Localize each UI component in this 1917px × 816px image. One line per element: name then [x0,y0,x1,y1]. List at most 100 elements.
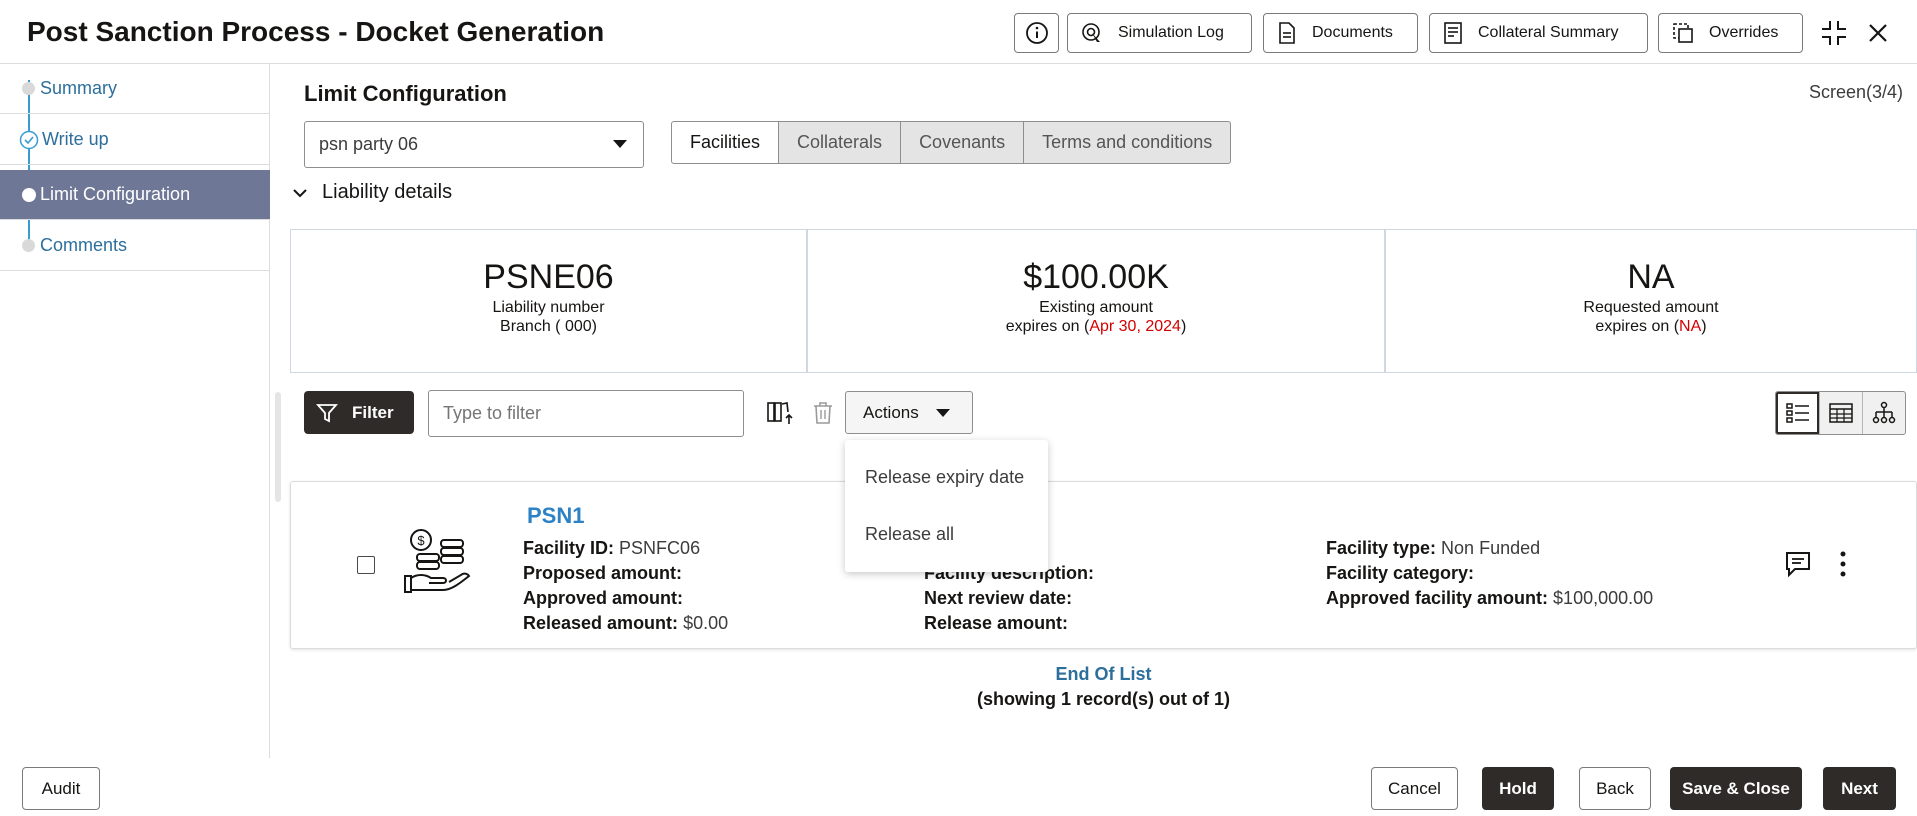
field-value: $100,000.00 [1553,588,1654,608]
caret-down-icon [936,409,950,417]
expiry-suffix: ) [1701,318,1707,335]
next-review-date-field: Next review date: [924,588,1072,609]
tab-facilities[interactable]: Facilities [671,121,780,164]
overrides-button[interactable]: Overrides [1658,13,1803,53]
comment-icon[interactable] [1784,550,1812,578]
liability-number-panel: PSNE06 Liability number Branch ( 000) [291,230,806,372]
hierarchy-icon [1872,401,1896,424]
filter-input[interactable] [428,390,744,437]
more-options-icon[interactable] [1837,550,1849,578]
step-label: Limit Configuration [40,184,191,204]
list-view-button[interactable] [1776,392,1819,434]
step-summary[interactable]: Summary [0,64,270,114]
facility-category-field: Facility category: [1326,563,1474,584]
hierarchy-view-button[interactable] [1862,392,1905,434]
facility-type-field: Facility type: Non Funded [1326,538,1540,559]
table-view-button[interactable] [1819,392,1862,434]
step-dot [22,82,35,95]
requested-amount-label: Requested amount [1583,299,1719,316]
money-hand-icon: $ [404,529,471,593]
hold-button[interactable]: Hold [1482,767,1554,810]
tab-group: Facilities Collaterals Covenants Terms a… [671,121,1232,164]
info-button[interactable] [1014,13,1059,53]
tab-terms-and-conditions[interactable]: Terms and conditions [1024,121,1232,164]
field-key: Release amount: [924,613,1069,633]
simulation-log-label: Simulation Log [1118,24,1224,41]
existing-expiry-line: expires on (Apr 30, 2024) [808,318,1384,336]
tab-covenants[interactable]: Covenants [901,121,1025,164]
collapse-button[interactable] [1818,17,1850,49]
simulation-log-button[interactable]: Simulation Log [1067,13,1252,53]
proposed-amount-field: Proposed amount: [523,563,682,584]
party-select[interactable]: psn party 06 [304,121,644,168]
facility-name-link[interactable]: PSN1 [527,503,584,529]
expiry-suffix: ) [1180,318,1187,335]
menu-item-release-all[interactable]: Release all [865,524,954,545]
collateral-summary-button[interactable]: Collateral Summary [1429,13,1648,53]
field-key: Approved amount: [523,588,683,608]
field-key: Facility type: [1326,538,1437,558]
filter-label: Filter [352,402,394,422]
menu-item-release-expiry-date[interactable]: Release expiry date [865,467,1024,488]
delete-button[interactable] [808,398,838,428]
step-write-up[interactable]: Write up [0,115,270,165]
release-button[interactable] [765,398,795,428]
facility-card: $ PSN1 Facility ID: PSNFC06 Proposed amo… [290,481,1917,649]
section-title: Limit Configuration [304,81,507,106]
approved-amount-field: Approved amount: [523,588,683,609]
step-dot [22,187,36,202]
expiry-prefix: expires on ( [1595,318,1680,335]
close-button[interactable] [1862,17,1894,49]
field-key: Next review date: [924,588,1073,608]
facility-select-checkbox[interactable] [357,556,375,574]
requested-expiry-date: NA [1679,318,1702,335]
release-amount-field: Release amount: [924,613,1068,634]
next-button[interactable]: Next [1823,767,1896,810]
tab-collaterals[interactable]: Collaterals [779,121,902,164]
chevron-down-icon [613,140,627,148]
requested-expiry-line: expires on (NA) [1386,318,1916,336]
view-toggle [1775,391,1906,435]
documents-label: Documents [1312,24,1393,41]
party-select-value: psn party 06 [319,134,419,154]
table-view-icon [1829,403,1853,423]
step-limit-configuration[interactable]: Limit Configuration [0,170,270,220]
liability-summary-card: PSNE06 Liability number Branch ( 000) $1… [290,229,1917,373]
actions-dropdown-button[interactable]: Actions [845,391,973,434]
end-of-list-label: End Of List [1055,664,1152,684]
field-value: $0.00 [683,613,729,633]
record-count-label: (showing 1 record(s) out of 1) [976,689,1230,709]
overrides-icon [1673,23,1693,43]
screen-indicator: Screen(3/4) [1808,82,1903,102]
released-amount-field: Released amount: $0.00 [523,613,728,634]
filter-button[interactable]: Filter [304,391,414,434]
field-key: Approved facility amount: [1326,588,1549,608]
step-label: Summary [40,78,118,98]
requested-amount-panel: NA Requested amount expires on (NA) [1384,230,1916,372]
save-close-button[interactable]: Save & Close [1670,767,1802,810]
field-value: PSNFC06 [619,538,701,558]
audit-button[interactable]: Audit [22,767,100,810]
filter-icon [316,403,338,422]
branch-label: Branch ( 000) [500,318,597,335]
existing-amount-label: Existing amount [1039,299,1153,316]
documents-button[interactable]: Documents [1263,13,1418,53]
cancel-button[interactable]: Cancel [1371,767,1458,810]
field-key: Facility category: [1326,563,1475,583]
liability-details-toggle[interactable]: Liability details [292,181,452,204]
page: { "header": { "title": "Post Sanction Pr… [0,0,1917,816]
chevron-down-icon [293,188,307,197]
back-button[interactable]: Back [1579,767,1651,810]
overrides-label: Overrides [1709,24,1779,41]
step-label: Write up [42,129,109,149]
panel-resize-handle[interactable] [275,392,281,502]
approved-facility-amount-field: Approved facility amount: $100,000.00 [1326,588,1653,609]
actions-menu: Release expiry date Release all [845,440,1048,572]
liability-number-value: PSNE06 [483,258,614,296]
step-comments[interactable]: Comments [0,221,270,271]
requested-amount-value: NA [1627,258,1675,296]
svg-text:$: $ [417,533,425,548]
collateral-summary-icon [1444,22,1462,44]
liability-number-label: Liability number [492,299,605,316]
collateral-summary-label: Collateral Summary [1478,24,1619,41]
